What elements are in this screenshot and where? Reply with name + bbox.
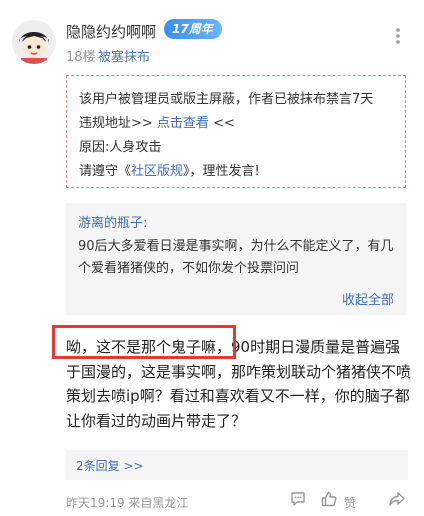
sub-replies-bar[interactable]: 2条回复 >> (66, 450, 408, 480)
quoted-reply: 游离的瓶子: 90后大多爱看日漫是事实啊，为什么不能定义了，有几个爱看猪猪侠的，… (66, 203, 406, 315)
floor-number: 18楼 (66, 50, 96, 65)
rules-suffix: 》，理性发言! (183, 164, 260, 179)
violation-prefix: 违规地址>> (79, 116, 157, 131)
share-icon[interactable] (388, 490, 406, 508)
username[interactable]: 隐隐约约啊啊 (66, 21, 156, 42)
highlight-box (52, 325, 236, 359)
anniversary-badge: 17周年 (164, 19, 222, 39)
avatar[interactable] (12, 20, 56, 64)
ban-reason: 原因:人身攻击 (79, 140, 162, 155)
violation-suffix: << (208, 116, 235, 131)
rules-prefix: 请遵守《 (79, 164, 132, 179)
view-replies-link[interactable]: 2条回复 >> (76, 457, 144, 474)
user-status: 被塞抹布 (98, 50, 151, 65)
collapse-button[interactable]: 收起全部 (342, 289, 394, 308)
community-rules-link[interactable]: 社区版规 (131, 164, 183, 179)
like-label[interactable]: 赞 (344, 494, 356, 511)
like-icon[interactable] (320, 490, 338, 508)
comment-icon[interactable] (289, 490, 307, 508)
quote-author[interactable]: 游离的瓶子: (78, 212, 147, 231)
quote-text: 90后大多爱看日漫是事实啊，为什么不能定义了，有几个爱看猪猪侠的，不如你发个投票… (78, 239, 394, 276)
ban-notice: 该用户被管理员或版主屏蔽，作者已被抹布禁言7天 违规地址>> 点击查看 << 原… (66, 75, 406, 188)
view-violation-link[interactable]: 点击查看 (157, 116, 209, 131)
violation-address-line: 违规地址>> 点击查看 << (79, 112, 235, 131)
post-meta: 昨天19:19 来自黑龙江 (66, 496, 189, 510)
ban-notice-text: 该用户被管理员或版主屏蔽，作者已被抹布禁言7天 (79, 92, 374, 107)
avatar-icon (12, 20, 56, 64)
more-options-icon[interactable] (388, 26, 408, 46)
rules-reminder: 请遵守《社区版规》，理性发言! (79, 160, 260, 179)
